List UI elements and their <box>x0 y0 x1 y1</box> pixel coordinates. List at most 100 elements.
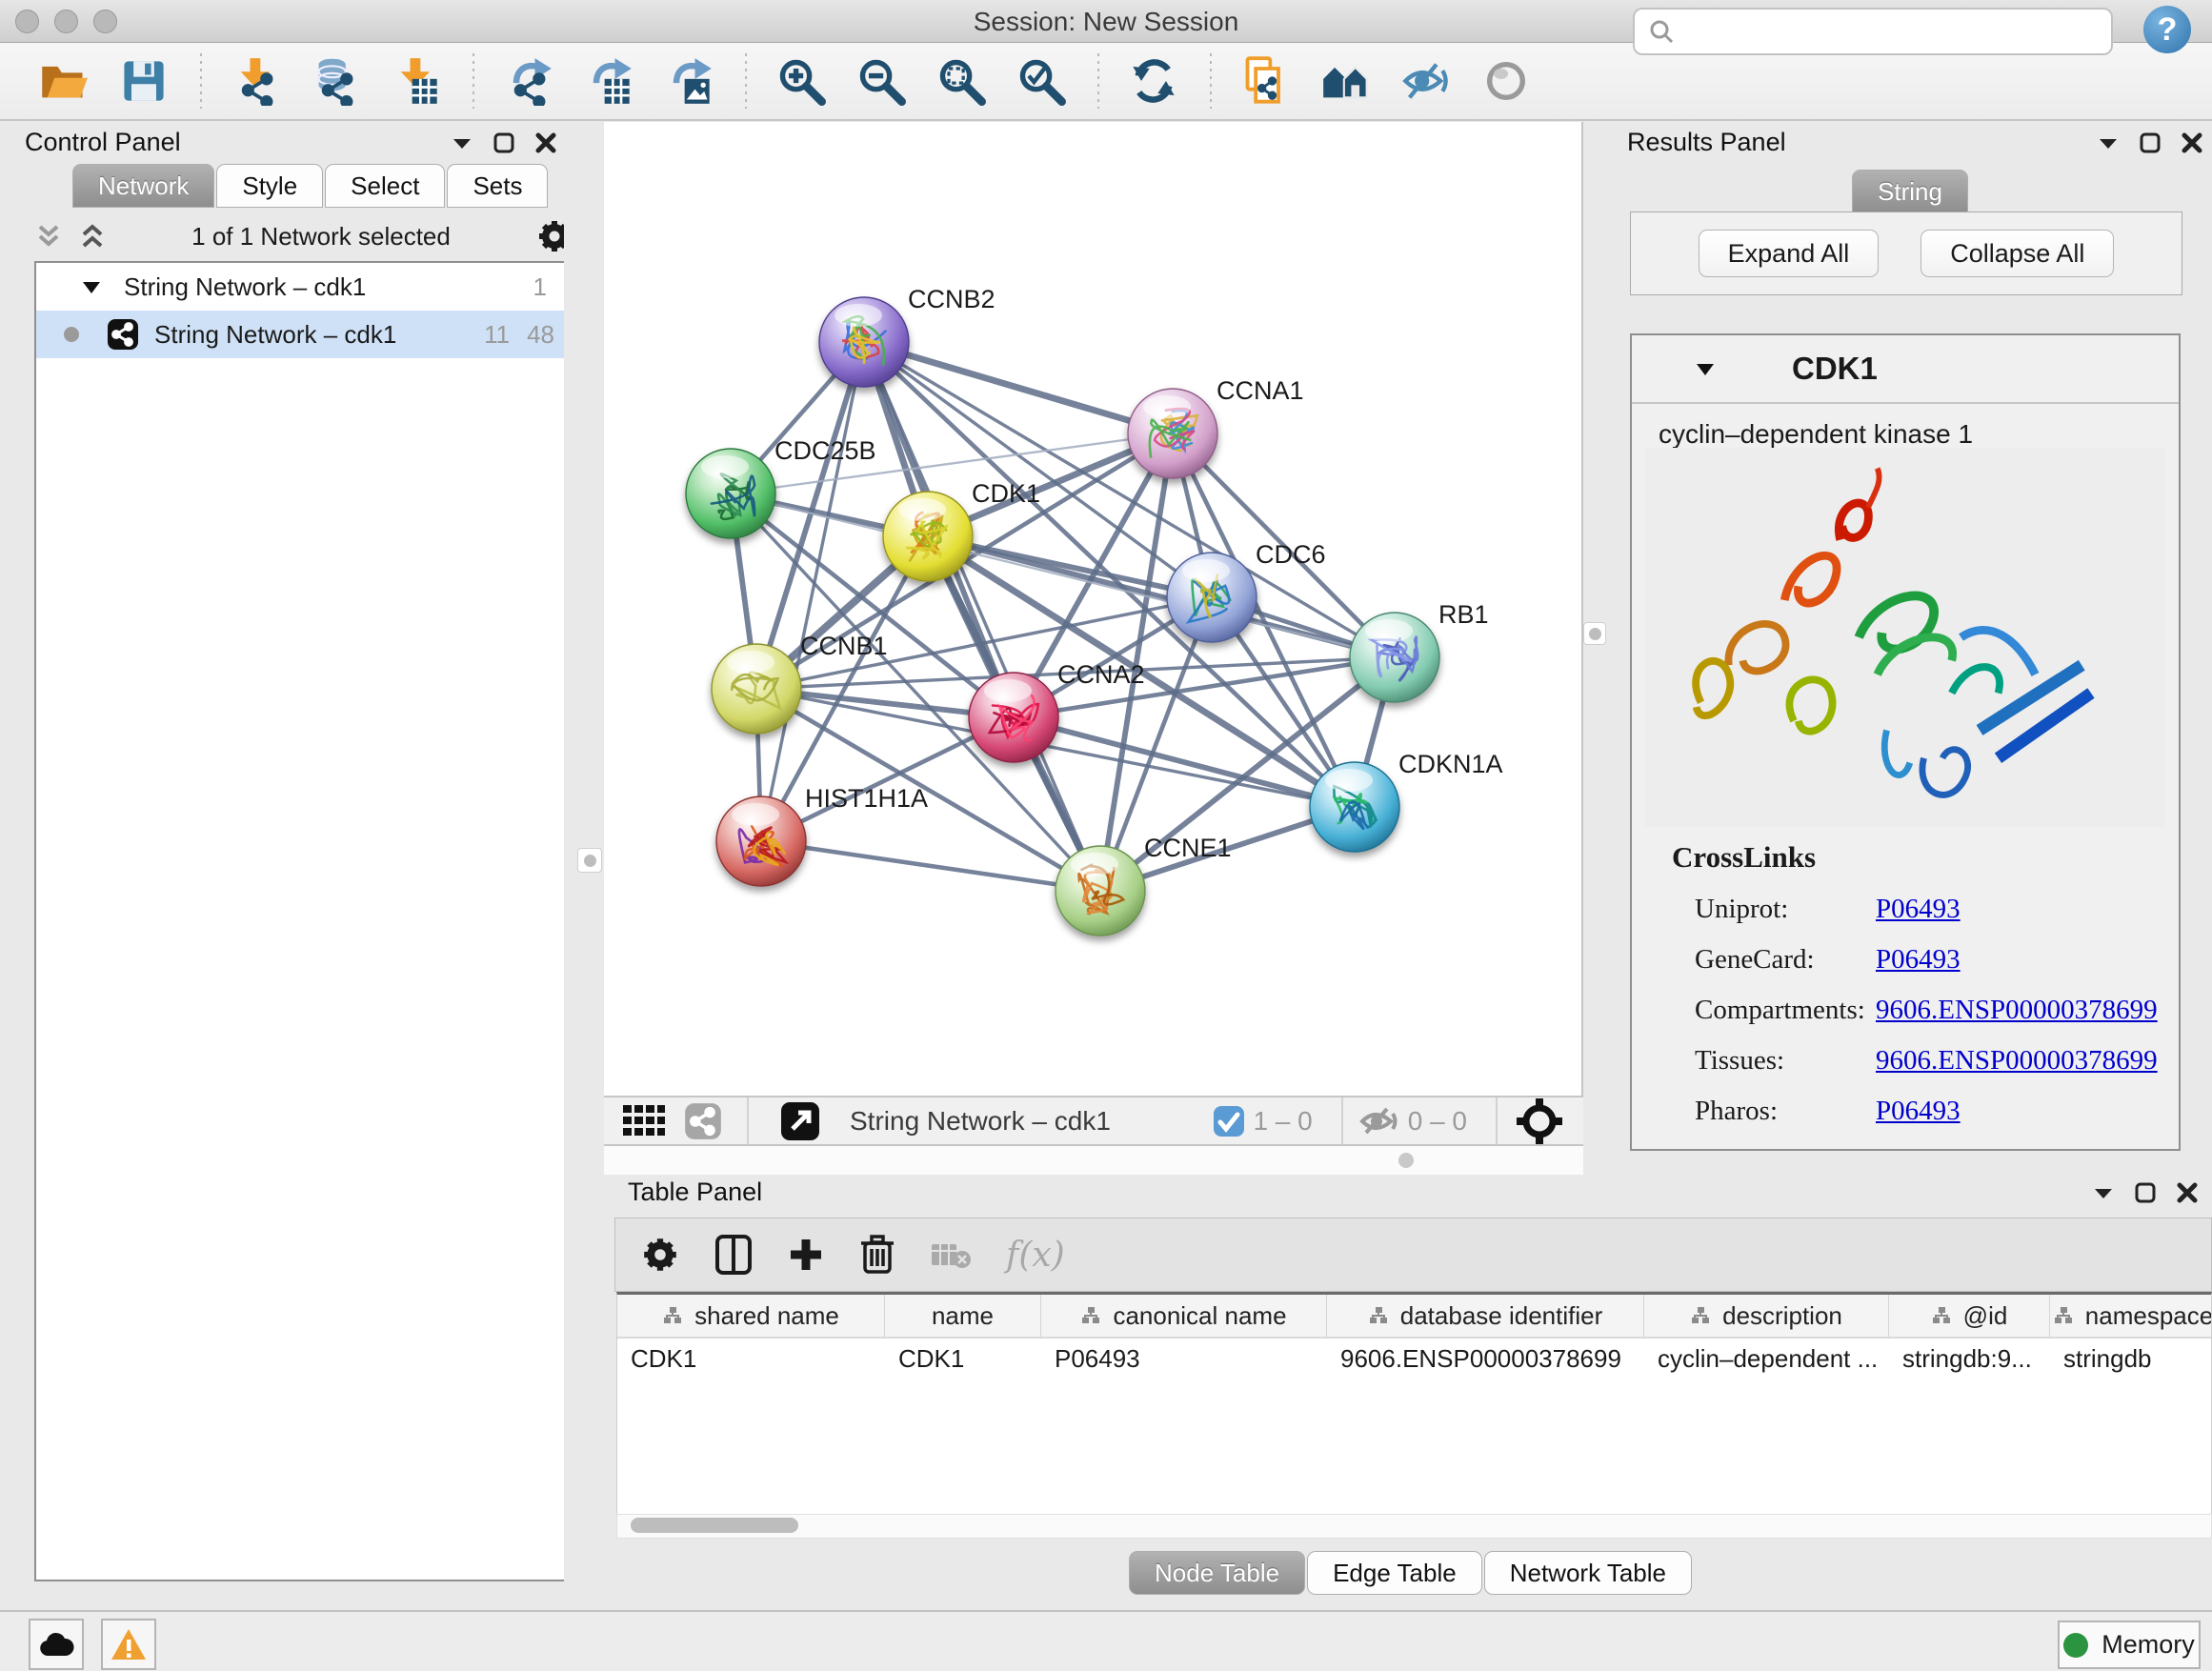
expand-all-icon[interactable] <box>78 221 107 252</box>
tab-style[interactable]: Style <box>216 164 323 208</box>
node-CCNA1[interactable]: CCNA1 <box>1128 376 1304 478</box>
node-HIST1H1A[interactable]: HIST1H1A <box>716 784 928 886</box>
network-edge-count: 48 <box>527 320 554 350</box>
crosslink-link[interactable]: P06493 <box>1876 894 1961 925</box>
column-network-icon <box>1080 1305 1101 1326</box>
control-panel-close-icon[interactable] <box>533 131 558 155</box>
control-panel-float-icon[interactable] <box>492 131 516 155</box>
results-panel-float-icon[interactable] <box>2138 131 2162 155</box>
bottom-splitter-handle[interactable] <box>1398 1153 1414 1168</box>
search-icon <box>1648 18 1675 45</box>
show-columns-icon[interactable] <box>714 1234 753 1276</box>
crosslink-link[interactable]: P06493 <box>1876 1096 1961 1127</box>
open-in-browser-icon[interactable] <box>779 1100 821 1142</box>
open-session-button[interactable] <box>34 51 93 111</box>
tab-string[interactable]: String <box>1852 170 1968 213</box>
tab-select[interactable]: Select <box>325 164 445 208</box>
help-button[interactable]: ? <box>2143 6 2191 53</box>
right-splitter-handle[interactable] <box>1583 622 1606 645</box>
node-label: CDK1 <box>972 479 1040 508</box>
table-row[interactable]: CDK1CDK1P064939606.ENSP00000378699cyclin… <box>617 1339 2211 1379</box>
column-header-label: database identifier <box>1400 1301 1602 1331</box>
import-table-button[interactable] <box>387 51 446 111</box>
import-network-database-button[interactable] <box>307 51 366 111</box>
save-session-button[interactable] <box>114 51 173 111</box>
tab-network-table[interactable]: Network Table <box>1484 1551 1692 1595</box>
string-labels-button[interactable] <box>1397 51 1456 111</box>
node-RB1[interactable]: RB1 <box>1350 600 1489 702</box>
collection-disclosure-icon[interactable] <box>80 275 103 298</box>
function-builder-icon: f(x) <box>1006 1236 1065 1275</box>
table-horizontal-scrollbar[interactable] <box>616 1514 2212 1539</box>
string-view-icon[interactable] <box>684 1102 722 1140</box>
export-table-icon <box>584 56 633 106</box>
crosslink-label: Tissues: <box>1695 1045 1876 1077</box>
memory-label: Memory <box>2101 1630 2195 1660</box>
zoom-selected-button[interactable] <box>1012 51 1071 111</box>
grid-view-icon[interactable] <box>623 1105 665 1137</box>
column-header-shared-name[interactable]: shared name <box>617 1295 885 1337</box>
network-collection-row[interactable]: String Network – cdk1 1 <box>36 263 572 311</box>
tab-network[interactable]: Network <box>72 164 214 208</box>
column-header-database-identifier[interactable]: database identifier <box>1327 1295 1644 1337</box>
delete-column-icon[interactable] <box>859 1234 895 1276</box>
export-table-button[interactable] <box>579 51 638 111</box>
crosslink-link[interactable]: P06493 <box>1876 944 1961 976</box>
automation-status-button[interactable] <box>29 1619 84 1670</box>
bottom-splitter[interactable] <box>604 1146 1583 1175</box>
results-panel-close-icon[interactable] <box>2180 131 2204 155</box>
network-row[interactable]: String Network – cdk1 11 48 <box>36 311 572 358</box>
crosslink-link[interactable]: 9606.ENSP00000378699 <box>1876 995 2158 1026</box>
column-header-namespace[interactable]: namespace <box>2050 1295 2212 1337</box>
apply-layout-button[interactable] <box>1124 51 1183 111</box>
zoom-in-icon <box>776 56 826 106</box>
table-panel-menu-icon[interactable] <box>2091 1180 2116 1205</box>
network-canvas[interactable]: CCNB2CCNA1CDC25BCDK1CDC6RB1CCNB1CCNA2CDK… <box>604 122 1583 1096</box>
control-panel-menu-icon[interactable] <box>450 131 474 155</box>
expand-all-button[interactable]: Expand All <box>1699 230 1880 277</box>
export-network-button[interactable] <box>499 51 558 111</box>
crosslink-link[interactable]: 9606.ENSP00000378699 <box>1876 1045 2158 1077</box>
table-panel-close-icon[interactable] <box>2175 1180 2200 1205</box>
tab-node-table[interactable]: Node Table <box>1129 1551 1305 1595</box>
warning-icon <box>110 1627 148 1661</box>
edge-HIST1H1A-CCNE1[interactable] <box>761 841 1100 891</box>
network-row-label: String Network – cdk1 <box>154 320 467 350</box>
column-header-canonical-name[interactable]: canonical name <box>1041 1295 1327 1337</box>
import-network-file-button[interactable] <box>227 51 286 111</box>
gene-disclosure-icon[interactable] <box>1693 356 1718 381</box>
collapse-all-button[interactable]: Collapse All <box>1920 230 2114 277</box>
search-input[interactable] <box>1684 11 2111 51</box>
table-settings-gear-icon[interactable] <box>640 1235 680 1275</box>
string-glassball-button[interactable] <box>1477 51 1536 111</box>
string-document-icon <box>1241 56 1291 106</box>
left-splitter-handle[interactable] <box>577 848 602 873</box>
zoom-in-button[interactable] <box>772 51 831 111</box>
export-image-button[interactable] <box>659 51 718 111</box>
node-label: CCNB2 <box>908 285 995 313</box>
edge-CCNB2-HIST1H1A[interactable] <box>761 342 864 841</box>
hidden-eye-slash-icon[interactable] <box>1357 1104 1400 1138</box>
table-panel-float-icon[interactable] <box>2133 1180 2158 1205</box>
birds-eye-view-icon[interactable] <box>1517 1098 1562 1144</box>
tab-edge-table[interactable]: Edge Table <box>1307 1551 1482 1595</box>
warnings-button[interactable] <box>101 1619 156 1670</box>
node-CDKN1A[interactable]: CDKN1A <box>1310 750 1503 852</box>
column-header-description[interactable]: description <box>1644 1295 1889 1337</box>
collapse-all-icon[interactable] <box>34 221 63 252</box>
column-header--id[interactable]: @id <box>1889 1295 2050 1337</box>
add-column-icon[interactable] <box>787 1236 825 1274</box>
memory-status-dot <box>2063 1633 2088 1658</box>
zoom-out-button[interactable] <box>852 51 911 111</box>
zoom-fit-button[interactable] <box>932 51 991 111</box>
scrollbar-thumb[interactable] <box>631 1518 798 1533</box>
string-import-button[interactable] <box>1237 51 1296 111</box>
node-label: HIST1H1A <box>805 784 928 813</box>
string-home-button[interactable] <box>1317 51 1376 111</box>
selected-checkbox-icon[interactable] <box>1213 1105 1245 1137</box>
column-header-name[interactable]: name <box>885 1295 1041 1337</box>
memory-button[interactable]: Memory <box>2058 1621 2201 1669</box>
tab-sets[interactable]: Sets <box>447 164 548 208</box>
gene-entry-header[interactable]: CDK1 <box>1632 335 2179 404</box>
results-panel-menu-icon[interactable] <box>2096 131 2121 155</box>
